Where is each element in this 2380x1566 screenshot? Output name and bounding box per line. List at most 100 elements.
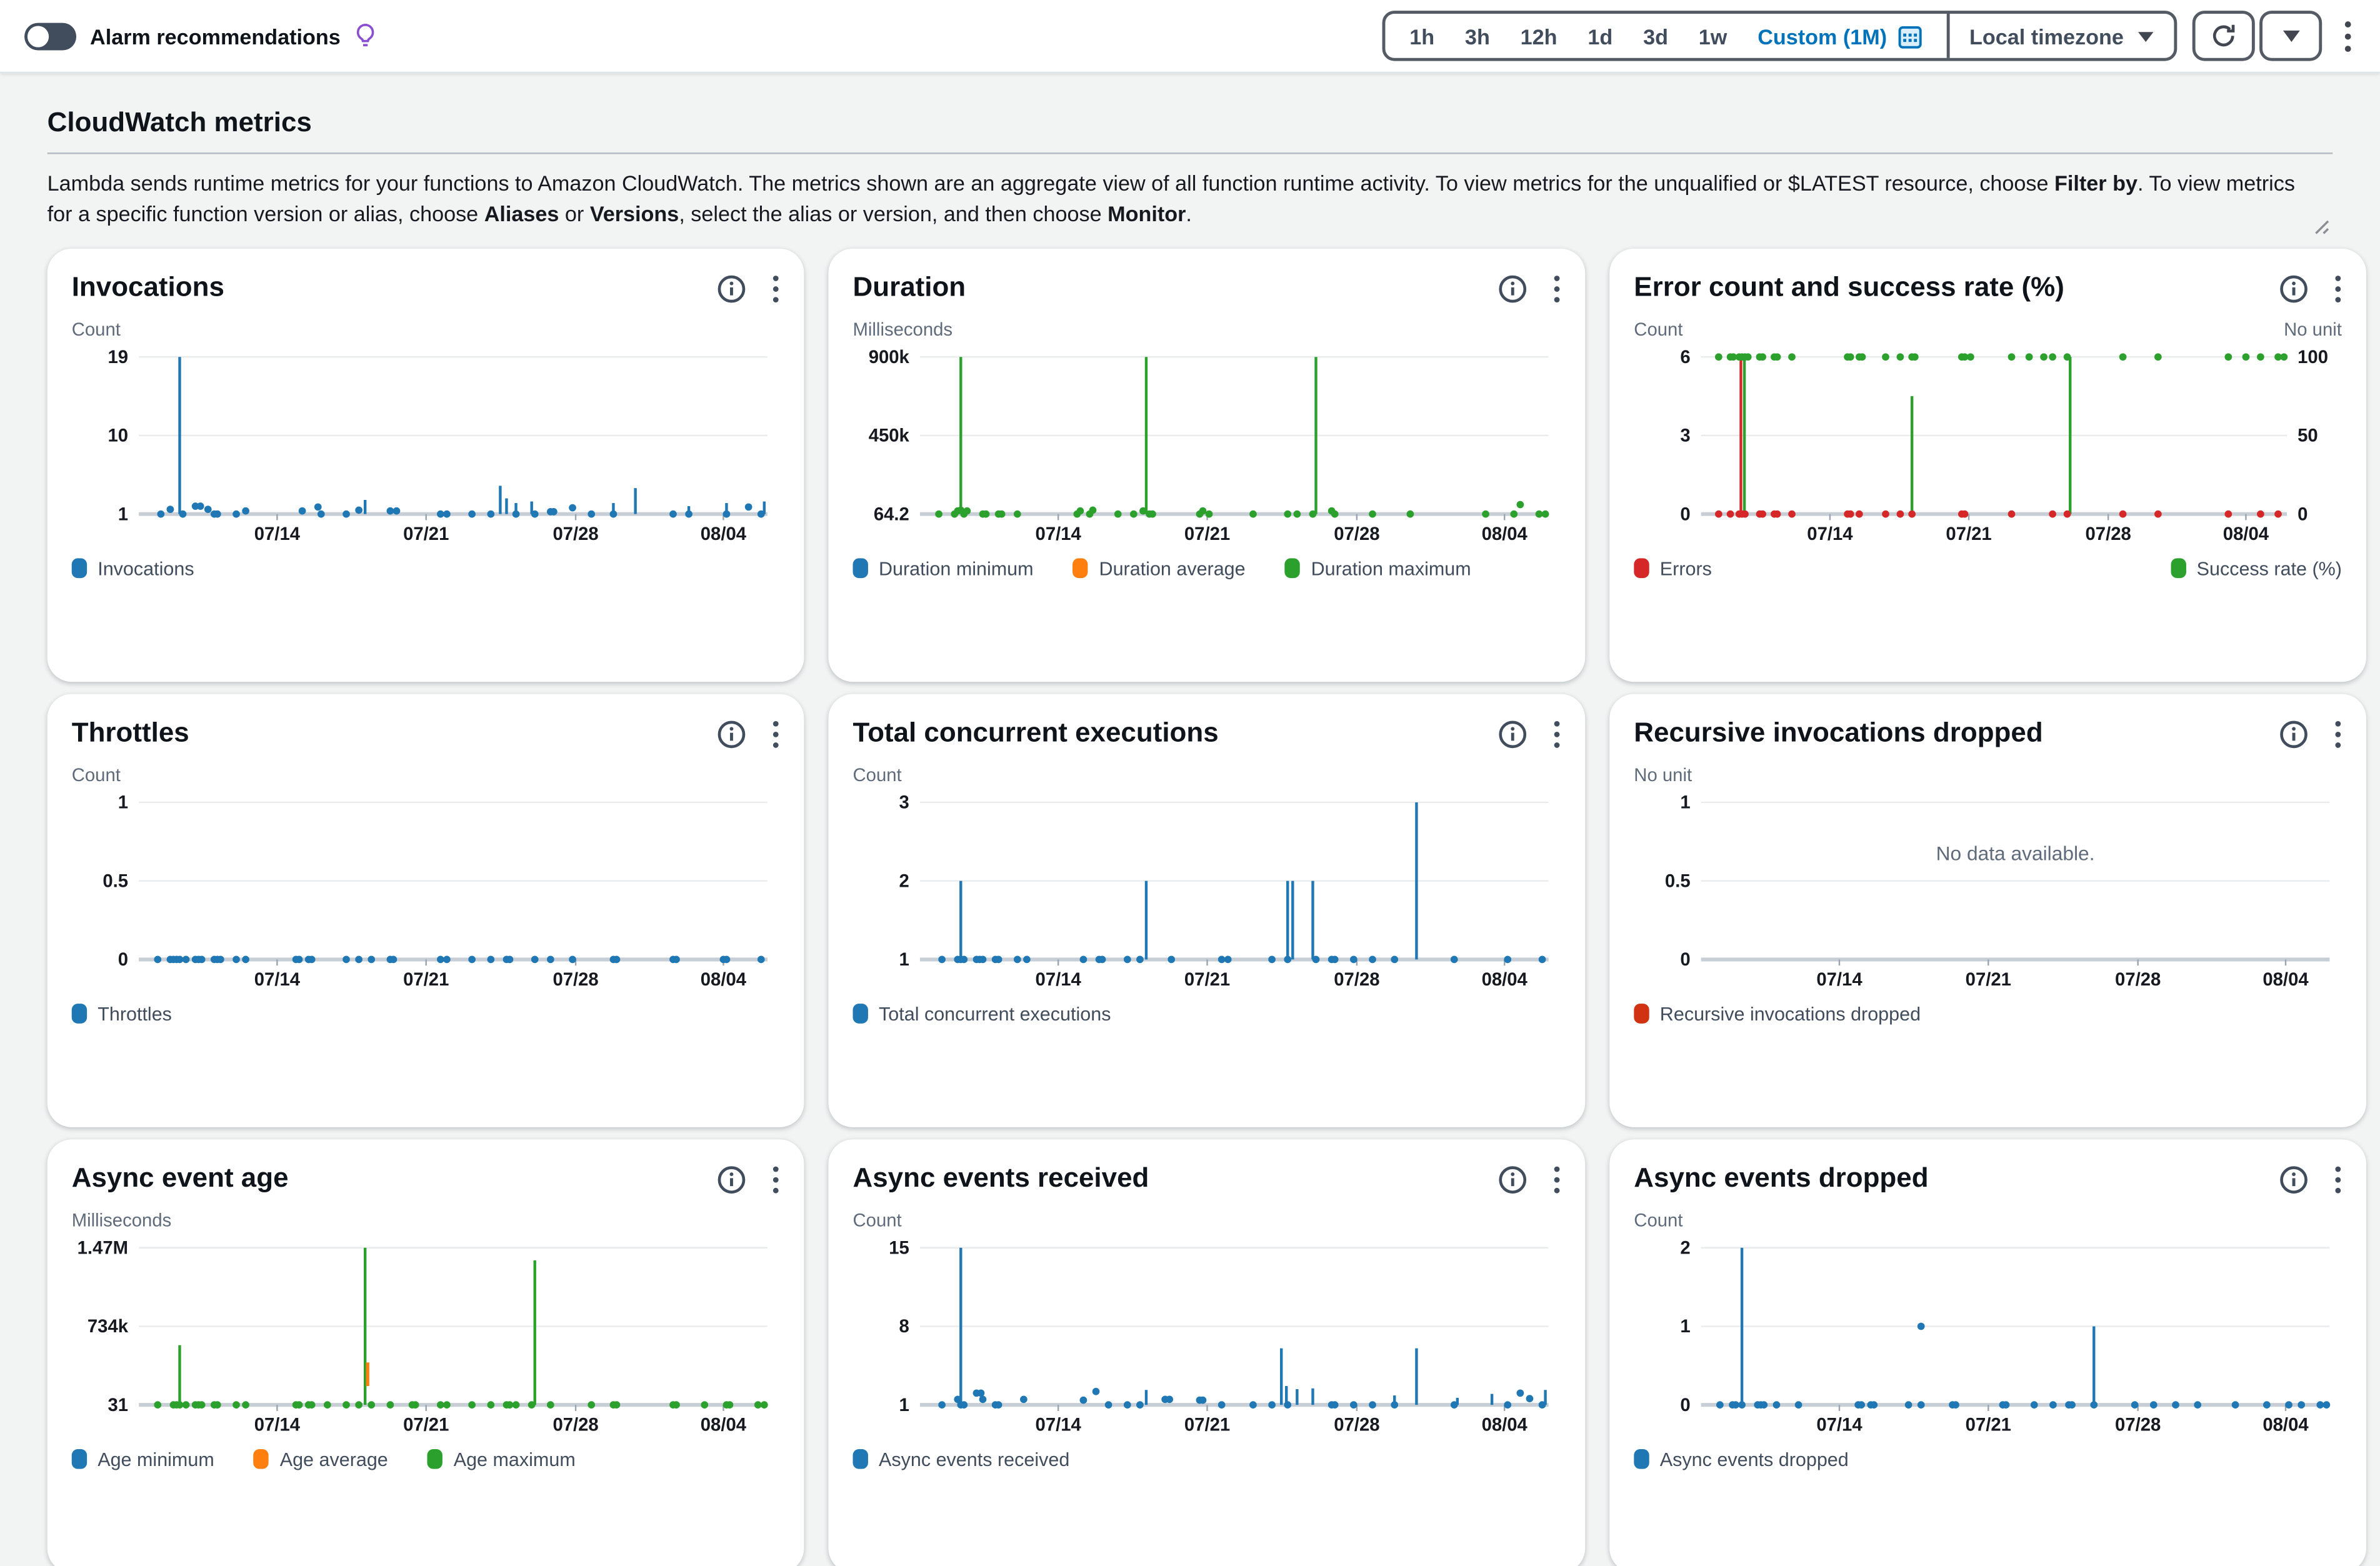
chart-canvas[interactable]: 3 2 1 07/14 07/21 07/28 08/04 — [853, 790, 1561, 994]
time-range-button[interactable]: 12h — [1521, 24, 1558, 48]
legend-item[interactable]: Async events received — [852, 1449, 1069, 1470]
card-kebab-menu[interactable] — [1553, 274, 1561, 303]
y-axis-unit-label: Count — [1634, 319, 1683, 341]
custom-range-button[interactable]: Custom (1M) — [1758, 24, 1922, 48]
data-point — [1166, 1395, 1174, 1404]
time-range-button[interactable]: 1h — [1409, 24, 1434, 48]
card-kebab-menu[interactable] — [2334, 720, 2342, 749]
legend-item[interactable]: Age minimum — [71, 1449, 214, 1470]
card-kebab-menu[interactable] — [2334, 1165, 2342, 1194]
data-point — [2224, 353, 2232, 361]
y-tick-label: 0.5 — [1665, 870, 1691, 891]
info-icon[interactable] — [2279, 274, 2308, 303]
card-kebab-menu[interactable] — [2334, 274, 2342, 303]
info-icon[interactable] — [2279, 720, 2308, 749]
chart-title: Duration — [852, 271, 966, 302]
legend-item[interactable]: Throttles — [71, 1003, 172, 1024]
refresh-options-button[interactable] — [2259, 11, 2322, 61]
data-point — [2030, 1401, 2038, 1409]
card-kebab-menu[interactable] — [772, 1165, 779, 1194]
info-icon[interactable] — [717, 1165, 746, 1194]
legend-item[interactable]: Errors — [1634, 557, 1712, 579]
data-point — [1450, 1401, 1458, 1409]
info-icon[interactable] — [717, 274, 746, 303]
time-range-button[interactable]: 1w — [1699, 24, 1728, 48]
info-icon[interactable] — [1498, 720, 1527, 749]
lightbulb-icon[interactable] — [354, 23, 378, 49]
data-point — [550, 507, 558, 516]
timezone-dropdown[interactable]: Local timezone — [1949, 14, 2174, 58]
x-tick-label: 07/28 — [2115, 1415, 2161, 1435]
data-point — [1896, 353, 1904, 361]
info-icon[interactable] — [2279, 1165, 2308, 1194]
info-icon[interactable] — [1498, 274, 1527, 303]
y-tick-label: 6 — [1680, 347, 1690, 367]
chart-canvas[interactable]: 6 3 0 100 50 0 07/14 07/21 07/28 08/04 — [1634, 345, 2342, 549]
data-point — [1904, 1401, 1912, 1409]
data-point — [1349, 955, 1358, 964]
card-kebab-menu[interactable] — [1553, 1165, 1561, 1194]
card-kebab-menu[interactable] — [772, 274, 779, 303]
time-range-button[interactable]: 1d — [1588, 24, 1612, 48]
data-point — [1870, 1401, 1878, 1409]
data-point — [528, 1401, 536, 1409]
legend-item[interactable]: Recursive invocations dropped — [1634, 1003, 1921, 1024]
data-point — [355, 955, 362, 964]
data-point — [468, 955, 476, 964]
chart-canvas[interactable]: 2 1 0 07/14 07/21 07/28 08/04 — [1634, 1235, 2342, 1440]
data-point — [154, 955, 162, 964]
axis-units-row: Milliseconds — [853, 319, 1561, 342]
x-tick-label: 08/04 — [1482, 969, 1528, 990]
toolbar-kebab-menu[interactable] — [2338, 14, 2359, 57]
refresh-button[interactable] — [2192, 11, 2255, 61]
data-point — [2154, 510, 2162, 518]
chart-canvas[interactable]: 19 10 1 07/14 07/21 07/28 08/04 — [72, 345, 780, 549]
time-range-options: 1h 3h 12h 1d 3d 1w Custom (1M) — [1385, 14, 1946, 58]
x-tick-label: 07/14 — [254, 524, 301, 544]
chart-canvas[interactable]: 1 0.5 0 07/14 07/21 07/28 08/04 — [72, 790, 780, 994]
data-point — [2285, 1401, 2292, 1409]
legend-item[interactable]: Total concurrent executions — [852, 1003, 1111, 1024]
resize-handle-icon[interactable] — [2311, 217, 2329, 235]
info-icon[interactable] — [717, 720, 746, 749]
data-point — [1759, 353, 1766, 361]
legend-item[interactable]: Age average — [254, 1449, 388, 1470]
data-point — [1284, 955, 1292, 964]
data-point — [1284, 510, 1292, 518]
legend-item[interactable]: Success rate (%) — [2171, 557, 2342, 579]
data-point — [443, 510, 451, 518]
x-tick-label: 07/21 — [1184, 524, 1230, 544]
chart-canvas[interactable]: 15 8 1 07/14 07/21 07/28 08/04 — [853, 1235, 1561, 1440]
card-header: Invocations — [72, 270, 780, 304]
data-point — [1092, 1387, 1100, 1395]
card-kebab-menu[interactable] — [772, 720, 779, 749]
data-point — [468, 510, 476, 518]
data-point — [1249, 1401, 1257, 1409]
time-range-button[interactable]: 3h — [1465, 24, 1490, 48]
alarm-recommendations-toggle[interactable] — [24, 22, 77, 50]
x-tick-label: 07/14 — [1816, 1415, 1862, 1435]
y-tick-label: 0 — [1680, 1395, 1690, 1415]
legend-item[interactable]: Age maximum — [428, 1449, 576, 1470]
legend-item[interactable]: Async events dropped — [1634, 1449, 1849, 1470]
x-tick-label: 07/28 — [552, 1415, 598, 1435]
legend-item[interactable]: Duration maximum — [1285, 557, 1471, 579]
y-tick-label: 31 — [108, 1395, 128, 1415]
chart-canvas[interactable]: 1.47M 734k 31 07/14 07/21 07/28 08/04 — [72, 1235, 780, 1440]
legend-item[interactable]: Invocations — [71, 557, 194, 579]
chart-canvas[interactable]: 900k 450k 64.2 07/14 07/21 07/28 08/04 — [853, 345, 1561, 549]
info-icon[interactable] — [1498, 1165, 1527, 1194]
data-point — [1218, 955, 1226, 964]
time-range-button[interactable]: 3d — [1643, 24, 1668, 48]
data-point — [1331, 955, 1339, 964]
legend-item[interactable]: Duration minimum — [852, 557, 1034, 579]
data-point — [2172, 1401, 2179, 1409]
data-point — [1312, 955, 1320, 964]
chart-canvas[interactable]: 1 0.5 0 07/14 07/21 07/28 08/04 No data availab… — [1634, 790, 2342, 994]
y-tick-label: 1 — [118, 792, 128, 813]
legend-label: Duration average — [1099, 557, 1246, 579]
data-point — [1284, 1401, 1292, 1409]
legend-item[interactable]: Duration average — [1073, 557, 1246, 579]
x-tick-label: 08/04 — [1482, 1415, 1528, 1435]
card-kebab-menu[interactable] — [1553, 720, 1561, 749]
